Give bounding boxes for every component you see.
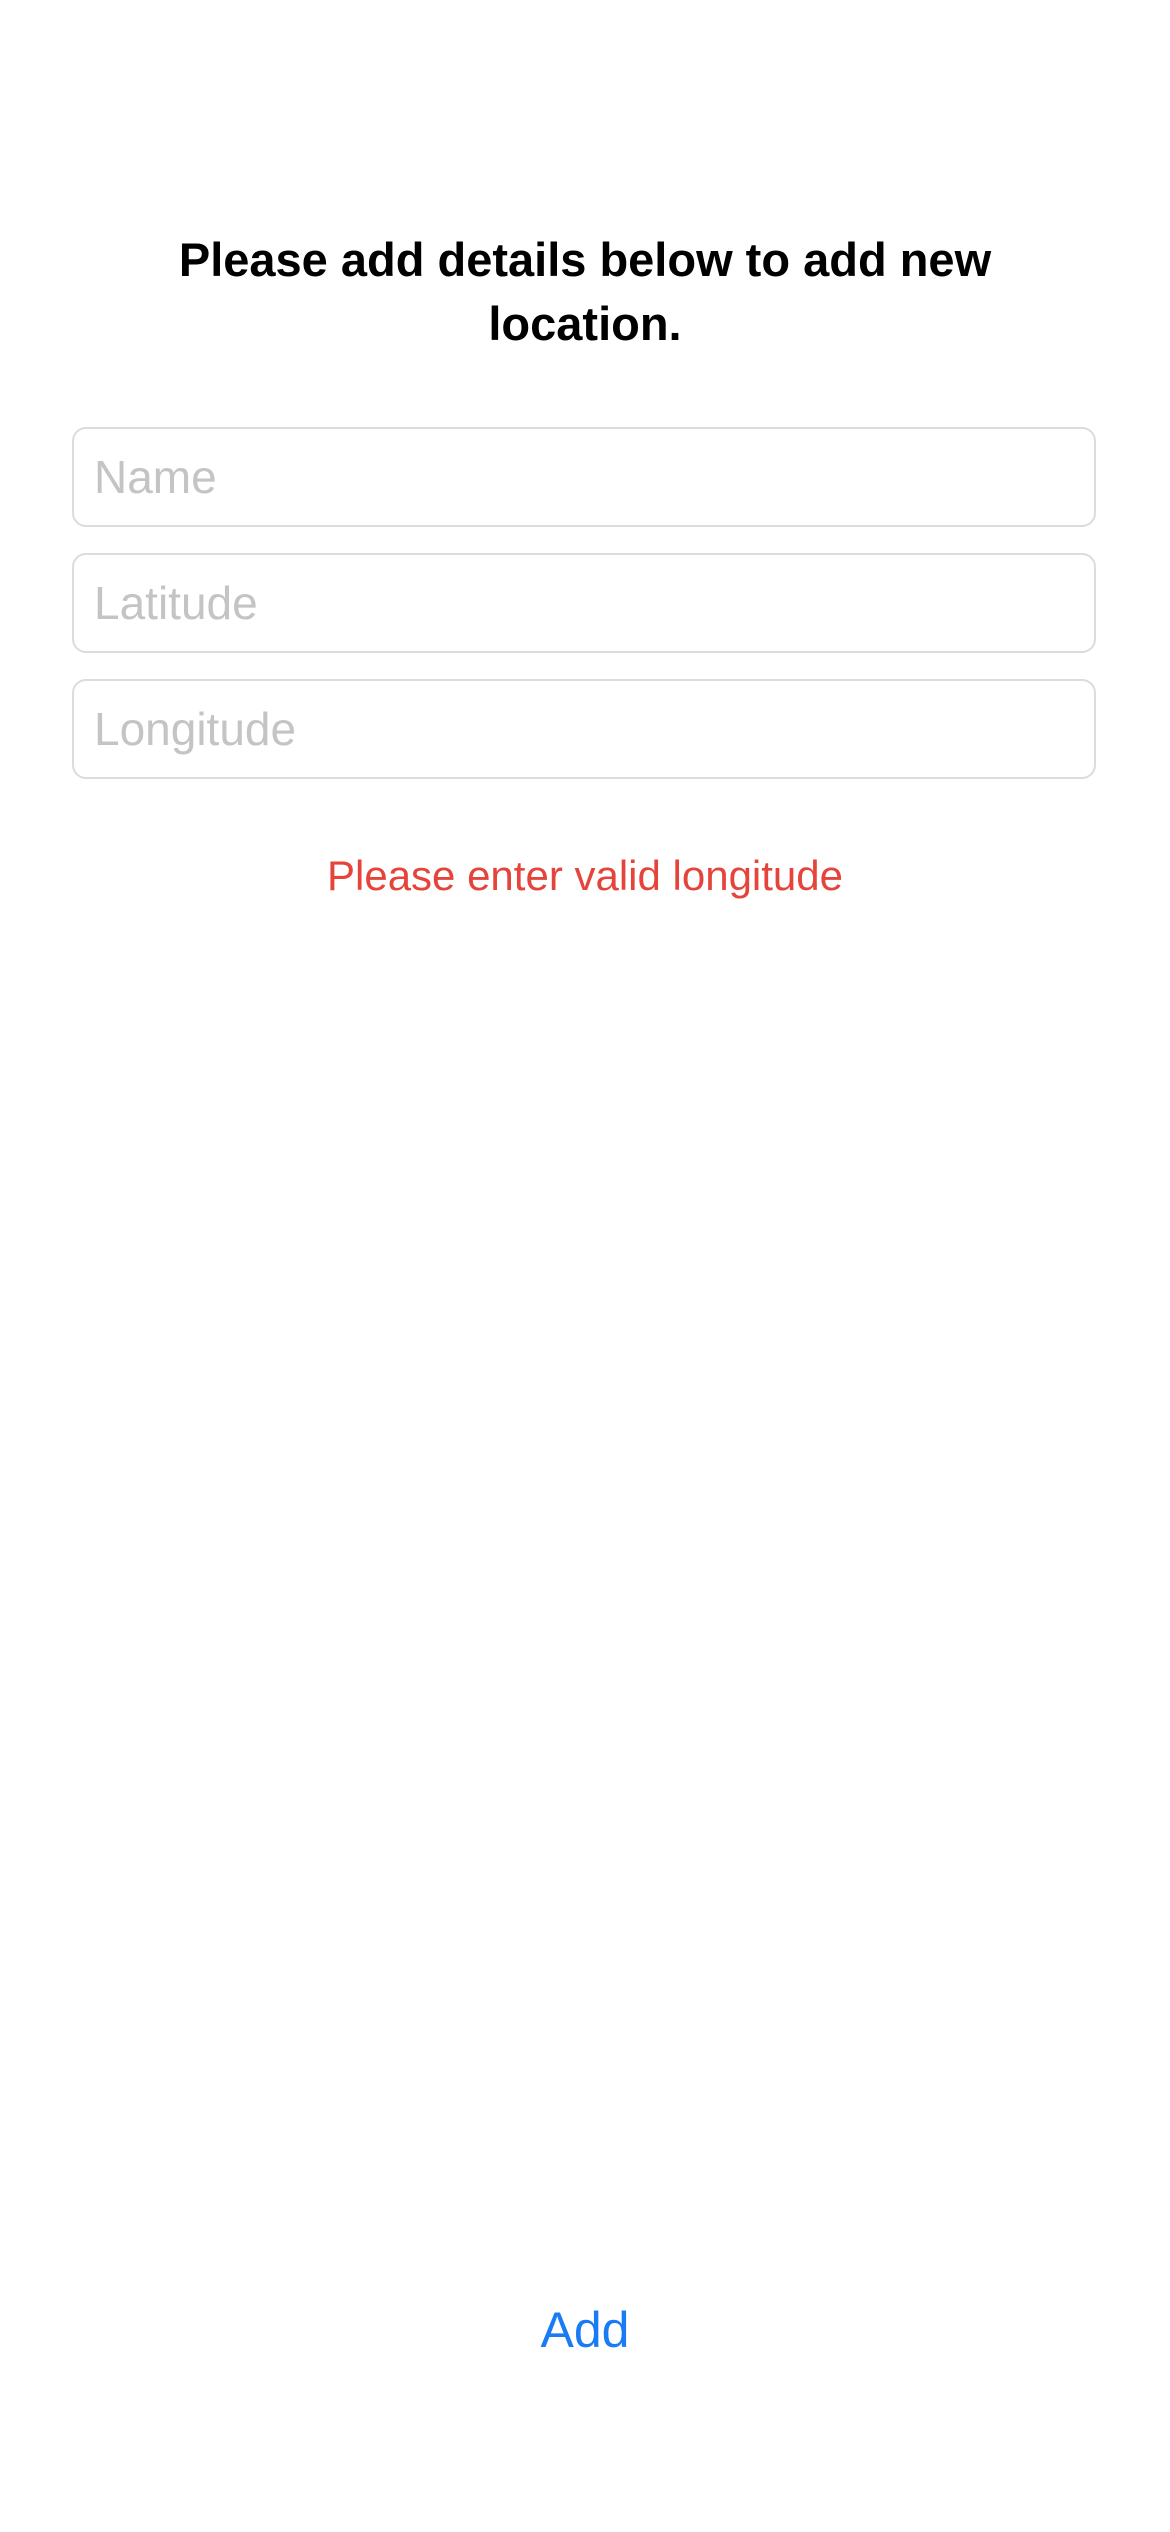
add-button[interactable]: Add — [485, 2292, 685, 2368]
latitude-input[interactable] — [74, 555, 1094, 651]
name-field-container — [72, 427, 1096, 527]
add-location-screen: Please add details below to add new loca… — [0, 0, 1170, 2532]
longitude-input[interactable] — [74, 681, 1094, 777]
longitude-error-message: Please enter valid longitude — [326, 852, 844, 899]
name-input[interactable] — [74, 429, 1094, 525]
longitude-field-container — [72, 679, 1096, 779]
instructions-text: Please add details below to add new loca… — [178, 233, 992, 350]
latitude-field-container — [72, 553, 1096, 653]
